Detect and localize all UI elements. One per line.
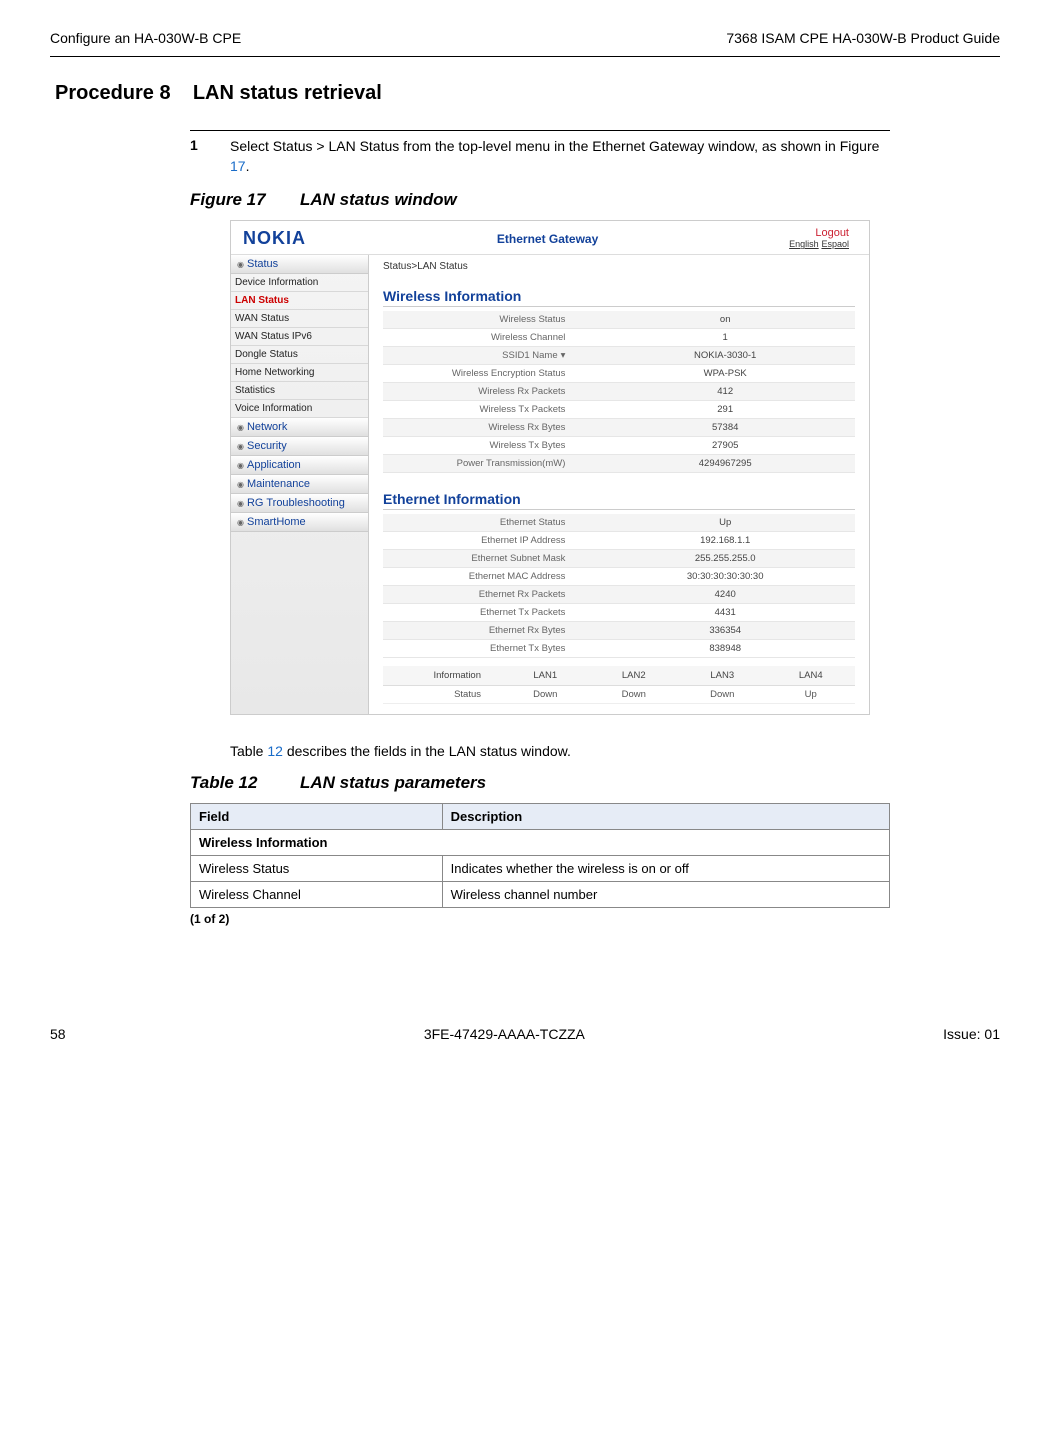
- wireless-section-title: Wireless Information: [383, 288, 855, 307]
- header-rule: [50, 56, 1000, 57]
- table-row: Ethernet IP Address192.168.1.1: [383, 532, 855, 550]
- sidebar-item-wan-ipv6[interactable]: WAN Status IPv6: [231, 328, 368, 346]
- table-number: Table 12: [190, 773, 300, 793]
- sidebar-item-home-net[interactable]: Home Networking: [231, 364, 368, 382]
- table-header-row: Information LAN1 LAN2 LAN3 LAN4: [383, 666, 855, 686]
- table-row: Ethernet Rx Packets4240: [383, 586, 855, 604]
- figure-number: Figure 17: [190, 190, 300, 210]
- procedure-name: LAN status retrieval: [193, 82, 382, 104]
- table-row: Wireless Statuson: [383, 311, 855, 329]
- table-row: Wireless Rx Packets412: [383, 383, 855, 401]
- col-desc: Description: [442, 804, 889, 830]
- page-footer: 58 3FE-47429-AAAA-TCZZA Issue: 01: [0, 1026, 1050, 1072]
- step-rule: [190, 130, 890, 131]
- step-text: Select Status > LAN Status from the top-…: [230, 137, 890, 176]
- table-row: SSID1 Name▾NOKIA-3030-1: [383, 347, 855, 365]
- sidebar-item-device-info[interactable]: Device Information: [231, 274, 368, 292]
- params-header-row: Field Description: [191, 804, 890, 830]
- sidebar-head-security[interactable]: Security: [231, 437, 368, 456]
- table-row: Wireless Tx Packets291: [383, 401, 855, 419]
- table-row: Ethernet StatusUp: [383, 514, 855, 532]
- table-title: Table 12LAN status parameters: [190, 773, 1000, 793]
- sidebar-item-lan-status[interactable]: LAN Status: [231, 292, 368, 310]
- sidebar-head-rg[interactable]: RG Troubleshooting: [231, 494, 368, 513]
- page-number: 58: [50, 1026, 66, 1042]
- table-row: Ethernet MAC Address30:30:30:30:30:30: [383, 568, 855, 586]
- table-row: Wireless StatusIndicates whether the wir…: [191, 856, 890, 882]
- header-actions: Logout English Espaol: [789, 227, 849, 250]
- sidebar-head-network[interactable]: Network: [231, 418, 368, 437]
- gateway-title: Ethernet Gateway: [497, 232, 598, 246]
- table-row: Power Transmission(mW)4294967295: [383, 455, 855, 473]
- nokia-logo: NOKIA: [243, 228, 306, 249]
- procedure-number: Procedure 8: [55, 82, 171, 104]
- lan-port-table: Information LAN1 LAN2 LAN3 LAN4 Status D…: [383, 666, 855, 704]
- table-row: Ethernet Rx Bytes336354: [383, 622, 855, 640]
- table-name: LAN status parameters: [300, 773, 486, 792]
- ethernet-section-title: Ethernet Information: [383, 491, 855, 510]
- header-right: 7368 ISAM CPE HA-030W-B Product Guide: [726, 30, 1000, 46]
- sidebar-head-smarthome[interactable]: SmartHome: [231, 513, 368, 532]
- sidebar-head-status[interactable]: Status: [231, 255, 368, 274]
- table-row: Status Down Down Down Up: [383, 686, 855, 704]
- sidebar: Status Device Information LAN Status WAN…: [231, 255, 369, 714]
- table-row: Wireless Rx Bytes57384: [383, 419, 855, 437]
- table-desc-text: Table 12 describes the fields in the LAN…: [230, 743, 1000, 759]
- table-page-count: (1 of 2): [190, 912, 1000, 926]
- sidebar-head-application[interactable]: Application: [231, 456, 368, 475]
- logout-link[interactable]: Logout: [789, 227, 849, 239]
- params-table: Field Description Wireless Information W…: [190, 803, 890, 908]
- table-row: Wireless ChannelWireless channel number: [191, 882, 890, 908]
- table-row: Ethernet Subnet Mask255.255.255.0: [383, 550, 855, 568]
- ssid-select[interactable]: SSID1 Name▾: [502, 350, 565, 361]
- col-field: Field: [191, 804, 443, 830]
- breadcrumb: Status>LAN Status: [383, 255, 855, 282]
- sidebar-head-maintenance[interactable]: Maintenance: [231, 475, 368, 494]
- figure-ref-link[interactable]: 17: [230, 158, 246, 174]
- lang-english[interactable]: English: [789, 239, 819, 249]
- table-row: Ethernet Tx Packets4431: [383, 604, 855, 622]
- sidebar-item-stats[interactable]: Statistics: [231, 382, 368, 400]
- ethernet-table: Ethernet StatusUp Ethernet IP Address192…: [383, 514, 855, 658]
- table-row: Wireless Tx Bytes27905: [383, 437, 855, 455]
- table-ref-link[interactable]: 12: [267, 743, 283, 759]
- sidebar-item-voice[interactable]: Voice Information: [231, 400, 368, 418]
- screenshot: NOKIA Ethernet Gateway Logout English Es…: [230, 220, 870, 715]
- step-number: 1: [190, 137, 230, 176]
- ss-header: NOKIA Ethernet Gateway Logout English Es…: [231, 221, 869, 255]
- sidebar-item-dongle[interactable]: Dongle Status: [231, 346, 368, 364]
- chevron-down-icon: ▾: [561, 350, 566, 361]
- table-row: Wireless Channel1: [383, 329, 855, 347]
- params-subhead: Wireless Information: [191, 830, 890, 856]
- header-left: Configure an HA-030W-B CPE: [50, 30, 241, 46]
- table-row: Ethernet Tx Bytes838948: [383, 640, 855, 658]
- lang-espaol[interactable]: Espaol: [821, 239, 849, 249]
- figure-title: Figure 17LAN status window: [190, 190, 1000, 210]
- table-row: Wireless Encryption StatusWPA-PSK: [383, 365, 855, 383]
- wireless-table: Wireless Statuson Wireless Channel1 SSID…: [383, 311, 855, 473]
- figure-name: LAN status window: [300, 190, 457, 209]
- doc-id: 3FE-47429-AAAA-TCZZA: [424, 1026, 585, 1042]
- ss-content: Status>LAN Status Wireless Information W…: [369, 255, 869, 714]
- issue: Issue: 01: [943, 1026, 1000, 1042]
- step-1: 1 Select Status > LAN Status from the to…: [190, 137, 1000, 176]
- procedure-title: Procedure 8 LAN status retrieval: [55, 82, 1000, 105]
- sidebar-item-wan-status[interactable]: WAN Status: [231, 310, 368, 328]
